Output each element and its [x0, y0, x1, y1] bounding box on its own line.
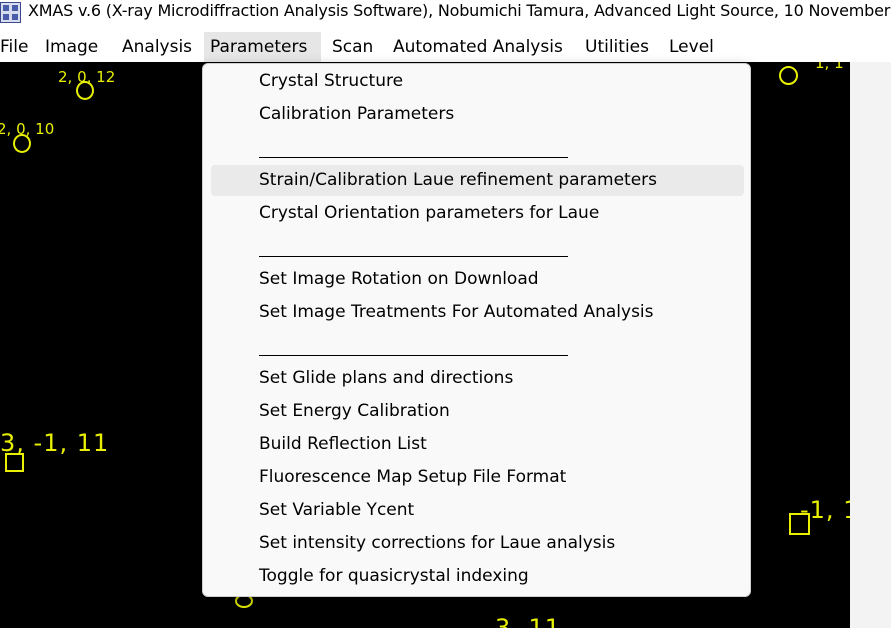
- menu-analysis[interactable]: Analysis: [116, 32, 198, 62]
- reflection-spot-marker: [779, 66, 798, 85]
- menu-separator: [259, 256, 568, 257]
- reflection-spot-marker: [789, 513, 810, 535]
- menu-item-set-variable-ycent[interactable]: Set Variable Ycent: [211, 495, 744, 526]
- parameters-dropdown-menu: Crystal Structure Calibration Parameters…: [202, 63, 751, 597]
- reflection-spot-marker: [76, 81, 94, 100]
- menu-item-crystal-structure[interactable]: Crystal Structure: [211, 66, 744, 97]
- window-edge-panel: [850, 62, 891, 628]
- menu-item-build-reflection-list[interactable]: Build Reflection List: [211, 429, 744, 460]
- reflection-label: 1, 1: [815, 62, 844, 72]
- menu-separator: [259, 355, 568, 356]
- window-title: XMAS v.6 (X-ray Microdiffraction Analysi…: [28, 1, 891, 20]
- menu-item-toggle-quasicrystal-indexing[interactable]: Toggle for quasicrystal indexing: [211, 561, 744, 592]
- reflection-label: 3, 11: [495, 614, 562, 628]
- menu-item-calibration-parameters[interactable]: Calibration Parameters: [211, 99, 744, 130]
- title-bar: XMAS v.6 (X-ray Microdiffraction Analysi…: [0, 0, 891, 32]
- menu-parameters[interactable]: Parameters: [204, 32, 321, 62]
- menu-bar: File Image Analysis Parameters Scan Auto…: [0, 32, 891, 62]
- menu-utilities[interactable]: Utilities: [579, 32, 655, 62]
- menu-item-crystal-orientation-laue[interactable]: Crystal Orientation parameters for Laue: [211, 198, 744, 229]
- menu-item-set-image-rotation[interactable]: Set Image Rotation on Download: [211, 264, 744, 295]
- menu-item-set-energy-calibration[interactable]: Set Energy Calibration: [211, 396, 744, 427]
- menu-item-fluorescence-map-setup[interactable]: Fluorescence Map Setup File Format: [211, 462, 744, 493]
- menu-image[interactable]: Image: [39, 32, 104, 62]
- menu-scan[interactable]: Scan: [326, 32, 379, 62]
- menu-item-set-glide-plans[interactable]: Set Glide plans and directions: [211, 363, 744, 394]
- menu-level[interactable]: Level: [663, 32, 720, 62]
- menu-item-strain-calibration-laue-refinement[interactable]: Strain/Calibration Laue refinement param…: [211, 165, 744, 196]
- menu-item-set-intensity-corrections[interactable]: Set intensity corrections for Laue analy…: [211, 528, 744, 559]
- reflection-spot-marker: [5, 453, 24, 472]
- menu-separator: [259, 157, 568, 158]
- reflection-spot-marker: [13, 134, 31, 153]
- menu-item-set-image-treatments[interactable]: Set Image Treatments For Automated Analy…: [211, 297, 744, 328]
- menu-file[interactable]: File: [0, 32, 34, 62]
- app-icon[interactable]: [0, 2, 21, 23]
- menu-automated-analysis[interactable]: Automated Analysis: [387, 32, 569, 62]
